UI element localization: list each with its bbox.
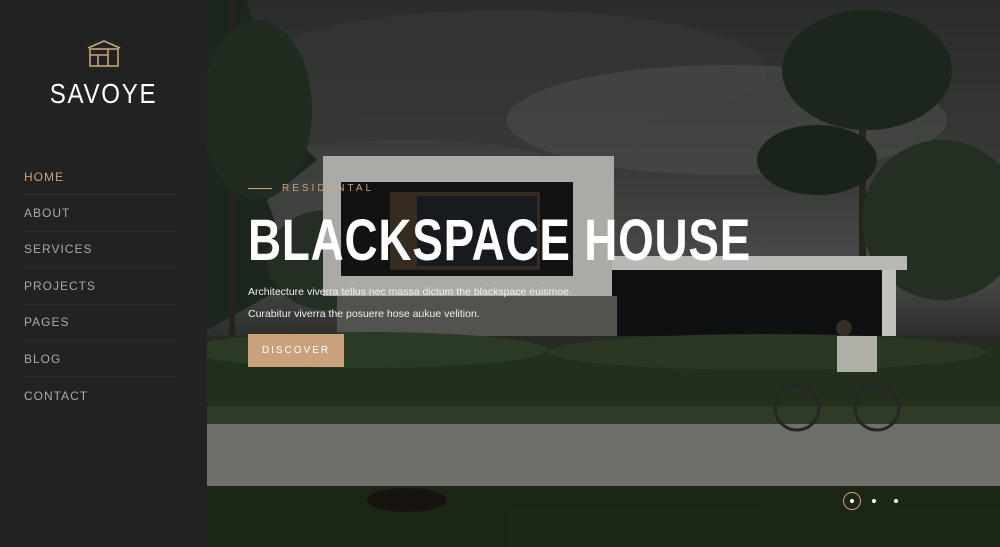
hero-description-line: Architecture viverra tellus nec massa di…: [248, 286, 572, 298]
nav-item-pages[interactable]: PAGES: [24, 305, 176, 341]
nav-item-label: PAGES: [24, 315, 70, 330]
slide-dot-1[interactable]: [843, 492, 861, 510]
nav-item-home[interactable]: HOME: [24, 159, 176, 196]
nav-item-contact[interactable]: CONTACT: [24, 377, 176, 413]
slide-dot-2[interactable]: [865, 492, 883, 510]
building-logo-icon: [87, 40, 120, 67]
sidebar: SAVOYE HOME ABOUT SERVICES PROJECTS PAGE…: [0, 0, 207, 547]
hero-subtitle-row: RESIDENTAL: [248, 183, 374, 194]
nav-item-label: CONTACT: [24, 388, 89, 403]
nav-item-projects[interactable]: PROJECTS: [24, 268, 176, 305]
brand-name: SAVOYE: [49, 78, 158, 109]
dot-icon: [850, 499, 854, 503]
nav-item-about[interactable]: ABOUT: [24, 195, 176, 232]
dot-icon: [872, 499, 876, 503]
slider-pagination: [843, 492, 909, 510]
nav-item-blog[interactable]: BLOG: [24, 341, 176, 378]
hero-title: BLACKSPACE HOUSE: [248, 208, 752, 273]
nav-item-label: BLOG: [24, 351, 62, 366]
hero-subtitle: RESIDENTAL: [282, 183, 375, 194]
hero-description: Architecture viverra tellus nec massa di…: [248, 281, 572, 325]
nav-item-label: ABOUT: [24, 206, 71, 221]
dot-icon: [894, 499, 898, 503]
hero-slider: RESIDENTAL BLACKSPACE HOUSE Architecture…: [207, 0, 1000, 547]
main-nav: HOME ABOUT SERVICES PROJECTS PAGES BLOG …: [24, 159, 176, 414]
slide-dot-3[interactable]: [887, 492, 905, 510]
hero-description-line: Curabitur viverra the posuere hose aukue…: [248, 308, 480, 320]
discover-button[interactable]: DISCOVER: [248, 334, 344, 367]
subtitle-divider: [248, 188, 272, 189]
nav-item-label: SERVICES: [24, 242, 93, 257]
nav-item-services[interactable]: SERVICES: [24, 232, 176, 269]
logo[interactable]: SAVOYE: [0, 38, 207, 110]
nav-item-label: PROJECTS: [24, 278, 97, 293]
nav-item-label: HOME: [24, 169, 64, 184]
